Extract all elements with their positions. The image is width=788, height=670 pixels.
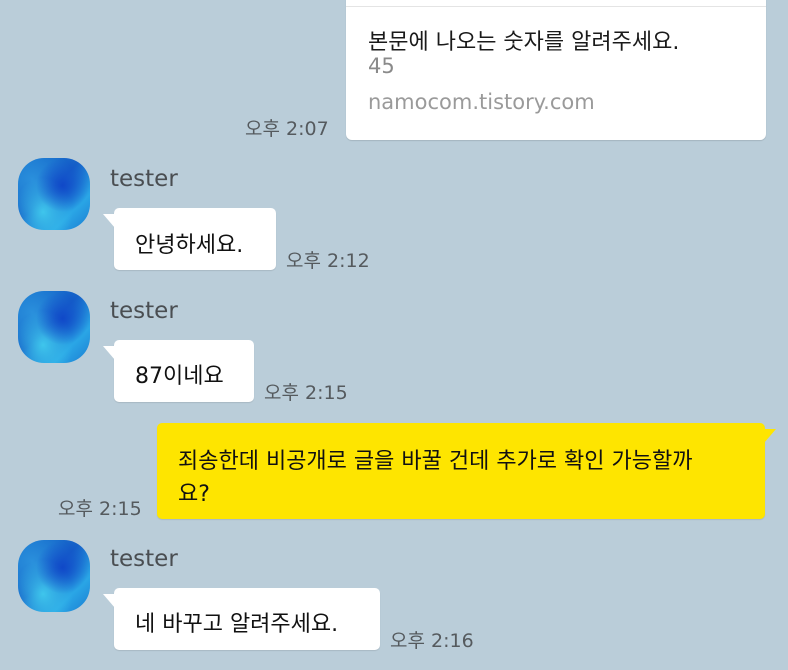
profile-avatar[interactable] — [18, 158, 90, 230]
message-time: 오후 2:15 — [264, 382, 348, 404]
bubble-tail — [103, 594, 115, 608]
message-text-line: 죄송한데 비공개로 글을 바꿀 건데 추가로 확인 가능할까 — [178, 449, 693, 474]
sender-name: tester — [110, 298, 178, 324]
bubble-tail — [103, 214, 115, 228]
message-bubble[interactable]: 안녕하세요. — [103, 208, 276, 270]
message-time: 오후 2:15 — [58, 498, 142, 520]
bubble-tail — [103, 346, 115, 360]
link-card-domain[interactable]: namocom.tistory.com — [368, 90, 595, 114]
message-bubble[interactable]: 87이네요 — [103, 340, 254, 402]
message-time: 오후 2:16 — [390, 630, 474, 652]
sender-name: tester — [110, 166, 178, 192]
my-message-bubble[interactable]: 죄송한데 비공개로 글을 바꿀 건데 추가로 확인 가능할까 요? — [157, 423, 776, 519]
sender-name: tester — [110, 546, 178, 572]
message-time: 오후 2:07 — [245, 118, 329, 140]
message-text: 네 바꾸고 알려주세요. — [135, 612, 339, 637]
message-text: 87이네요 — [135, 364, 224, 389]
link-card-title: 본문에 나오는 숫자를 알려주세요. — [368, 30, 680, 55]
link-card-subtitle: 45 — [368, 54, 395, 78]
card-divider — [346, 6, 766, 7]
profile-avatar[interactable] — [18, 540, 90, 612]
message-text: 안녕하세요. — [135, 233, 244, 258]
message-time: 오후 2:12 — [286, 250, 370, 272]
bubble-tail — [764, 429, 776, 443]
message-text-line: 요? — [178, 482, 210, 507]
message-bubble[interactable]: 네 바꾸고 알려주세요. — [103, 588, 380, 650]
link-preview-card[interactable]: 본문에 나오는 숫자를 알려주세요. 45 namocom.tistory.co… — [346, 0, 766, 140]
profile-avatar[interactable] — [18, 291, 90, 363]
